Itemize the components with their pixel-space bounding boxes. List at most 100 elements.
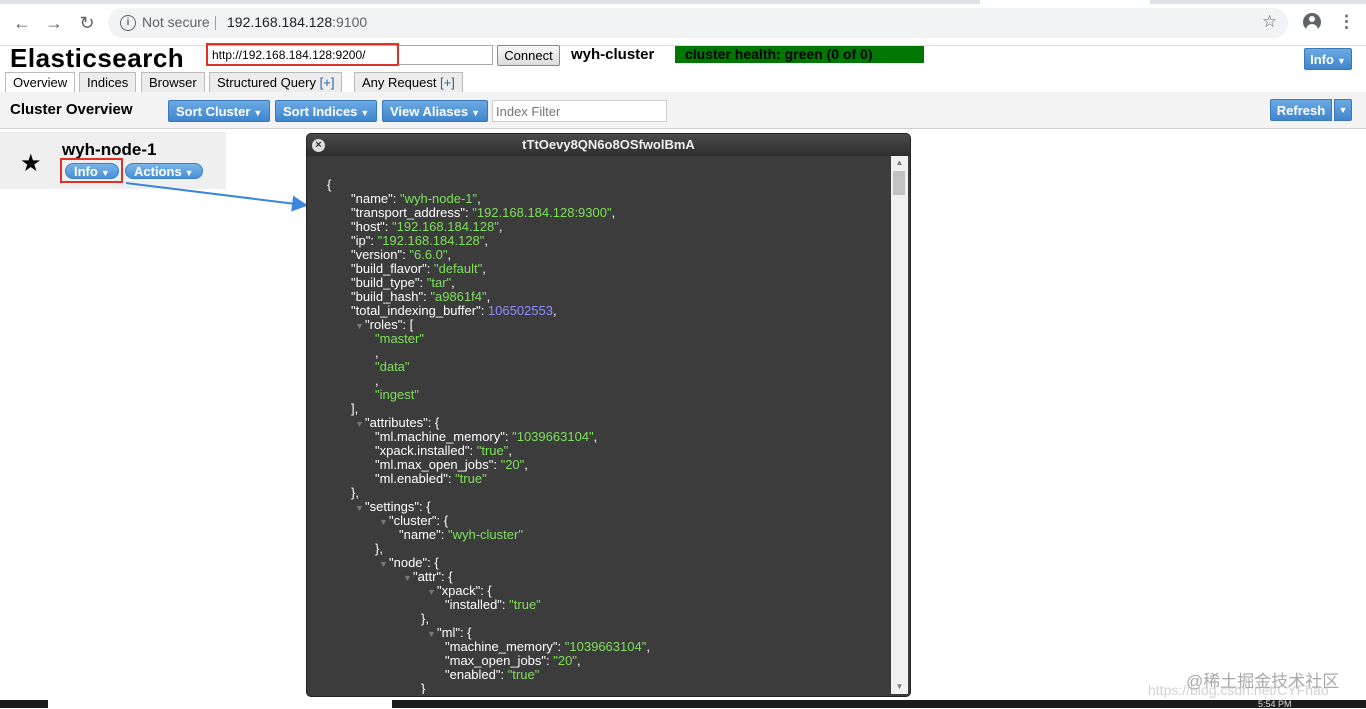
json-token: "xpack.installed": [375,443,477,458]
collapse-triangle-icon[interactable]: ▼ [355,501,364,515]
dialog-title: tTtOevy8QN6o8OSfwolBmA [307,134,910,156]
node-info-dialog: tTtOevy8QN6o8OSfwolBmA × {"name": "wyh-n… [306,133,911,697]
json-token: "settings": { [365,499,431,514]
button-label: View Aliases [390,104,469,119]
json-token: , [611,205,616,220]
chevron-down-icon: ▼ [471,108,480,118]
json-token: "true" [476,443,509,458]
json-token: "node": { [389,555,439,570]
json-token: "total_indexing_buffer": [351,303,488,318]
json-viewer: {"name": "wyh-node-1", "transport_address… [307,156,891,695]
json-token: "true" [507,667,540,682]
json-token: , [375,373,379,388]
json-line: "transport_address": "192.168.184.128:93… [351,206,615,220]
chevron-down-icon: ▼ [184,168,194,178]
json-token: "a9861f4" [430,289,487,304]
json-line: "build_hash": "a9861f4", [351,290,490,304]
json-token: "installed": [445,597,510,612]
sort-indices-button[interactable]: Sort Indices ▼ [275,100,378,122]
json-line: "ip": "192.168.184.128", [351,234,488,248]
json-token: "master" [375,331,424,346]
collapse-triangle-icon[interactable]: ▼ [379,557,388,571]
json-line: "name": "wyh-node-1", [351,192,481,206]
taskbar-search-box[interactable] [48,700,392,708]
tab-overview[interactable]: Overview [5,72,76,93]
json-token: "roles": [ [365,317,414,332]
json-token: "max_open_jobs": [445,653,554,668]
json-token: "ml.max_open_jobs": [375,457,501,472]
json-line: "host": "192.168.184.128", [351,220,502,234]
json-line: }, [351,486,359,500]
json-token: , [576,653,581,668]
json-token: }, [421,611,429,626]
json-token: "true" [509,597,541,612]
json-token: "data" [375,359,410,374]
collapse-triangle-icon[interactable]: ▼ [427,627,436,641]
tab-indices[interactable]: Indices [79,72,137,92]
scroll-thumb[interactable] [893,171,905,195]
cluster-name: wyh-cluster [571,46,655,63]
json-token: 106502553 [487,303,553,318]
json-line: "xpack.installed": "true", [375,444,512,458]
tab-label: Indices [87,75,129,90]
address-bar[interactable]: i Not secure 192.168.184.128:9100 [108,8,1288,38]
index-filter-input[interactable] [492,100,667,122]
json-line: ▼ "node": { [379,555,439,570]
json-line: "name": "wyh-cluster" [399,528,523,542]
tab-plus: [+] [440,75,455,90]
json-token: "build_type": [351,275,427,290]
refresh-dropdown-icon[interactable]: ▼ [1334,99,1352,121]
forward-icon[interactable]: → [43,12,65,34]
json-token: "version": [351,247,410,262]
tab-structured-query[interactable]: Structured Query [+] [209,72,343,92]
button-label: Sort Cluster [176,104,251,119]
collapse-triangle-icon[interactable]: ▼ [379,515,388,529]
header-info-label: Info [1310,52,1334,67]
scroll-down-icon[interactable]: ▼ [891,680,908,694]
sort-cluster-button[interactable]: Sort Cluster ▼ [168,100,271,122]
json-token: , [508,443,512,458]
json-line: ▼ "xpack": { [427,584,492,598]
info-icon[interactable]: i [120,15,136,31]
view-aliases-button[interactable]: View Aliases ▼ [382,100,488,122]
chevron-down-icon: ▼ [253,108,263,118]
json-token: , [646,639,650,654]
refresh-button[interactable]: Refresh [1270,99,1332,121]
json-line: ▼ "ml": { [427,626,472,640]
connect-button[interactable]: Connect [497,45,560,66]
scroll-up-icon[interactable]: ▲ [891,156,908,170]
back-icon[interactable]: ← [11,12,33,34]
json-token: , [484,233,489,248]
header-info-button[interactable]: Info ▼ [1304,48,1352,70]
json-token: "ml.machine_memory": [375,429,513,444]
address-url[interactable]: 192.168.184.128:9100 [227,14,367,30]
json-token: "enabled": [445,667,508,682]
collapse-triangle-icon[interactable]: ▼ [427,585,436,599]
divider [215,16,216,30]
account-icon[interactable] [1303,13,1321,31]
json-token: "tar" [426,275,452,290]
json-token: , [524,457,528,472]
tab-any-request[interactable]: Any Request [+] [354,72,463,92]
json-line: }, [375,542,383,556]
json-token: "host": [351,219,393,234]
collapse-triangle-icon[interactable]: ▼ [403,571,412,585]
json-token: , [447,247,452,262]
close-icon[interactable]: × [312,139,325,152]
scrollbar[interactable]: ▲ ▼ [891,156,908,694]
node-actions-button[interactable]: Actions ▼ [125,163,203,179]
kebab-menu-icon[interactable]: ⋮ [1338,12,1355,32]
json-token: , [486,289,491,304]
json-line: "master" [375,332,424,346]
tab-plus: [+] [319,75,335,90]
tab-bar: Overview Indices Browser Structured Quer… [0,72,1366,93]
collapse-triangle-icon[interactable]: ▼ [355,417,364,431]
tab-browser[interactable]: Browser [141,72,205,92]
url-host: 192.168.184.128 [227,14,333,30]
reload-icon[interactable]: ↻ [76,12,98,34]
collapse-triangle-icon[interactable]: ▼ [355,319,364,333]
json-token: "cluster": { [389,513,449,528]
json-line: "ml.max_open_jobs": "20", [375,458,528,472]
bookmark-star-icon[interactable]: ☆ [1262,12,1277,32]
json-token: "transport_address": [351,205,473,220]
